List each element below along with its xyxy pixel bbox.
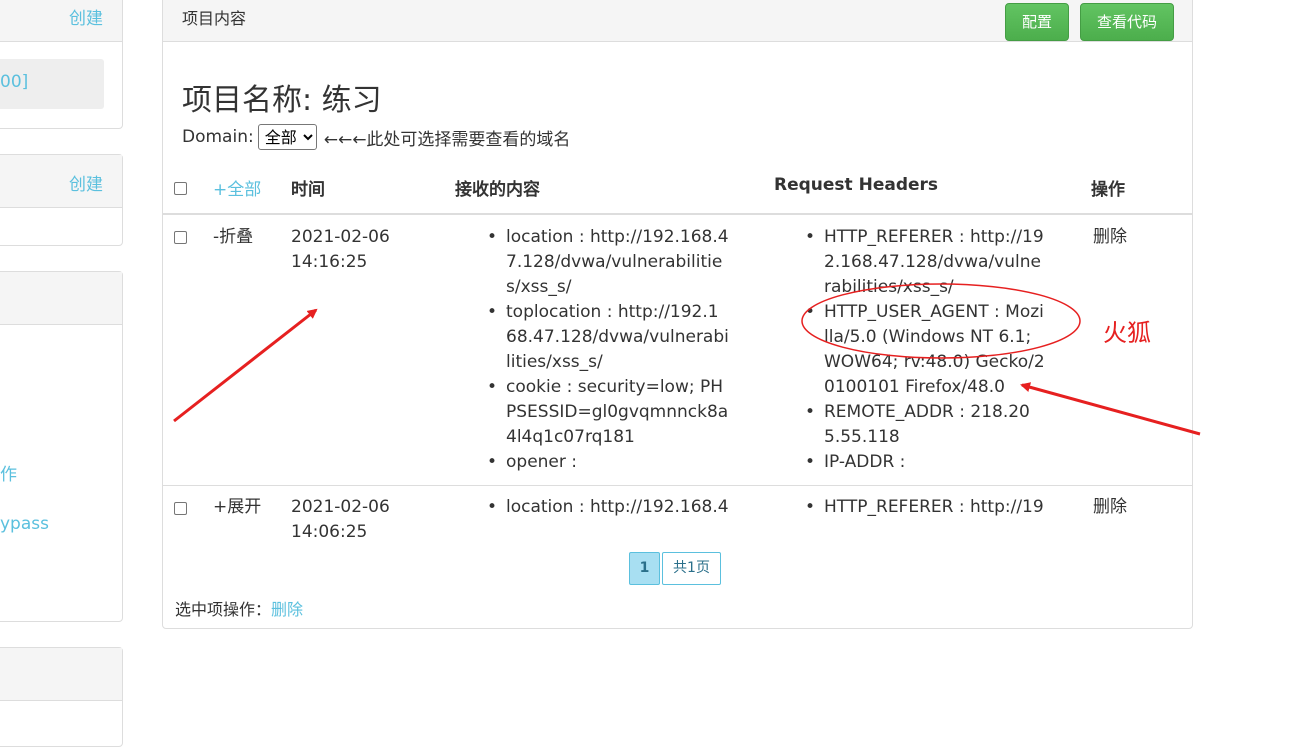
panel-title: 项目内容 <box>182 9 247 28</box>
row-time: 2021-02-06 14:16:25 <box>291 227 390 272</box>
project-content-panel: 项目内容 配置 查看代码 项目名称: 练习 Domain: 全部 ←←←此处可选… <box>162 0 1193 629</box>
list-item: toplocation : http://192.168.47.128/dvwa… <box>484 300 729 375</box>
domain-select[interactable]: 全部 <box>257 124 317 150</box>
list-item: REMOTE_ADDR : 218.205.55.118 <box>802 400 1046 450</box>
expand-all-toggle[interactable]: +全部 <box>213 175 261 200</box>
project-title: 项目名称: 练习 <box>182 83 382 118</box>
sidebar-create-link-2[interactable]: 创建 <box>69 170 103 195</box>
list-item: location : http://192.168.4 <box>484 495 729 520</box>
annotation-label: 火狐 <box>1103 319 1151 347</box>
list-item: HTTP_USER_AGENT : Mozilla/5.0 (Windows N… <box>802 300 1046 400</box>
panel-heading: 项目内容 配置 查看代码 <box>163 0 1192 42</box>
domain-filter: Domain: 全部 ←←←此处可选择需要查看的域名 <box>182 124 570 150</box>
list-item: HTTP_REFERER : http://192.168.47.128/dvw… <box>802 225 1046 300</box>
column-header-content: 接收的内容 <box>455 180 540 200</box>
sidebar-panel-3 <box>0 271 123 622</box>
row-content-list: location : http://192.168.4 <box>484 495 729 520</box>
bulk-action-label: 选中项操作： <box>175 600 272 619</box>
list-item: cookie : security=low; PHPSESSID=gl0gvqm… <box>484 375 729 450</box>
sidebar-create-link-1[interactable]: 创建 <box>69 4 103 29</box>
pagination-current-page[interactable]: 1 <box>629 552 660 585</box>
list-item: HTTP_REFERER : http://19 <box>802 495 1046 520</box>
list-item: location : http://192.168.47.128/dvwa/vu… <box>484 225 729 300</box>
row-checkbox[interactable] <box>174 502 187 515</box>
domain-hint: ←←←此处可选择需要查看的域名 <box>323 129 571 150</box>
sidebar-item-active[interactable]: 00] <box>0 59 104 109</box>
column-header-time: 时间 <box>291 180 325 200</box>
table-header-divider <box>163 213 1192 215</box>
row-headers-list: HTTP_REFERER : http://192.168.47.128/dvw… <box>802 225 1046 475</box>
select-all-checkbox[interactable] <box>174 182 187 195</box>
sidebar-panel-2 <box>0 154 123 246</box>
config-button[interactable]: 配置 <box>1005 3 1069 41</box>
sidebar-item-operation[interactable]: 作 <box>0 460 17 485</box>
list-item: opener : <box>484 450 729 475</box>
column-header-action: 操作 <box>1091 180 1125 200</box>
bulk-action-bar: 选中项操作：删除 <box>175 597 303 622</box>
row-content-list: location : http://192.168.47.128/dvwa/vu… <box>484 225 729 475</box>
bulk-delete-link[interactable]: 删除 <box>271 600 303 619</box>
sidebar-item-label: 00] <box>0 72 29 92</box>
row-delete-link[interactable]: 删除 <box>1093 225 1127 250</box>
table-row: +展开 2021-02-06 14:06:25 location : http:… <box>163 487 1192 543</box>
column-header-request-headers: Request Headers <box>774 175 939 195</box>
sidebar-panel-2-heading <box>0 155 122 208</box>
row-expand-toggle[interactable]: +展开 <box>213 495 261 520</box>
row-checkbox[interactable] <box>174 231 187 244</box>
row-delete-link[interactable]: 删除 <box>1093 495 1127 520</box>
pagination-total: 共1页 <box>662 552 721 585</box>
sidebar-panel-4 <box>0 647 123 747</box>
sidebar-item-bypass[interactable]: ypass <box>0 514 49 534</box>
row-divider <box>163 485 1192 486</box>
sidebar-panel-3-heading <box>0 272 122 325</box>
domain-label: Domain: <box>182 127 254 147</box>
row-headers-list: HTTP_REFERER : http://19 <box>802 495 1046 520</box>
row-time: 2021-02-06 14:06:25 <box>291 497 390 542</box>
view-code-button[interactable]: 查看代码 <box>1080 3 1174 41</box>
row-collapse-toggle[interactable]: -折叠 <box>213 225 253 250</box>
list-item: IP-ADDR : <box>802 450 1046 475</box>
sidebar-panel-1-heading <box>0 0 122 42</box>
sidebar-panel-4-heading <box>0 648 122 701</box>
